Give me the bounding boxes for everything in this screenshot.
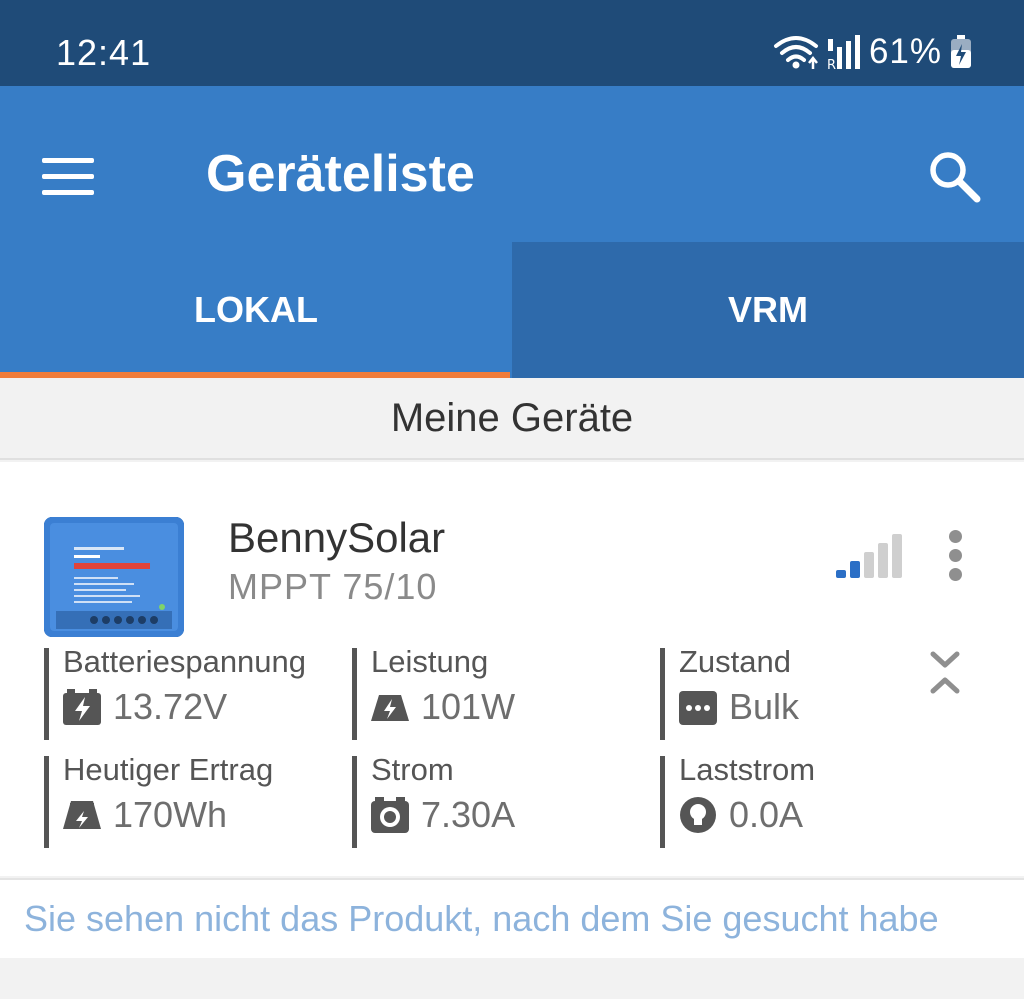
metric-value: 170Wh [113,794,228,835]
metric-label: Leistung [371,644,489,679]
metric-label: Strom [371,752,454,787]
battery-charge-icon [63,689,101,725]
device-name: BennySolar [228,514,446,561]
battery-percentage: 61% [868,32,942,71]
section-title: Meine Geräte [0,378,1024,460]
more-options-button[interactable] [935,530,975,582]
status-time: 12:41 [56,32,152,73]
metric-value: Bulk [729,686,800,727]
metric-value: 0.0A [729,794,804,835]
bulb-icon [680,797,716,833]
app-bar: Geräteliste [0,86,1024,242]
product-not-found-link[interactable]: Sie sehen nicht das Produkt, nach dem Si… [0,878,1024,958]
status-bar: 12:41 R 61% [0,0,1024,86]
today-yield-icon [63,801,101,829]
signal-strength-icon [836,534,902,578]
signal-bar [850,561,860,578]
battery-icon [951,35,971,68]
signal-bar [892,534,902,578]
metric-zustand: Zustand Bulk [660,644,950,740]
page-title: Geräteliste [206,145,475,203]
metric-heutiger-ertrag: Heutiger Ertrag 170Wh [44,752,334,848]
metric-label: Heutiger Ertrag [63,752,274,787]
search-icon [930,152,981,203]
metric-strom: Strom 7.30A [352,752,642,848]
menu-button[interactable] [40,156,96,196]
signal-icon: R [827,35,860,71]
signal-bar [836,570,846,578]
metric-value: 13.72V [113,686,228,727]
metric-label: Batteriespannung [63,644,307,679]
metric-value: 7.30A [421,794,516,835]
signal-bar [864,552,874,578]
solar-panel-icon [371,695,409,721]
tab-bar: LOKAL VRM [0,242,1024,378]
device-image [44,517,184,637]
status-dots-icon [679,691,717,725]
tab-vrm[interactable]: VRM [512,242,1024,378]
metric-batteriespannung: Batteriespannung 13.72V [44,644,334,740]
current-meter-icon [371,797,409,833]
metric-value: 101W [421,686,516,727]
metric-laststrom: Laststrom 0.0A [660,752,950,848]
signal-bar [878,543,888,578]
search-button[interactable] [924,146,984,206]
wifi-icon [773,36,818,69]
device-card[interactable]: BennySolar MPPT 75/10 Batteriespannung 1… [0,462,1024,876]
svg-text:R: R [827,58,836,71]
status-indicators: R 61% [773,30,972,74]
metric-label: Zustand [679,644,792,679]
metric-label: Laststrom [679,752,816,787]
tab-lokal[interactable]: LOKAL [0,242,512,378]
metric-leistung: Leistung 101W [352,644,642,740]
device-model: MPPT 75/10 [228,566,438,607]
